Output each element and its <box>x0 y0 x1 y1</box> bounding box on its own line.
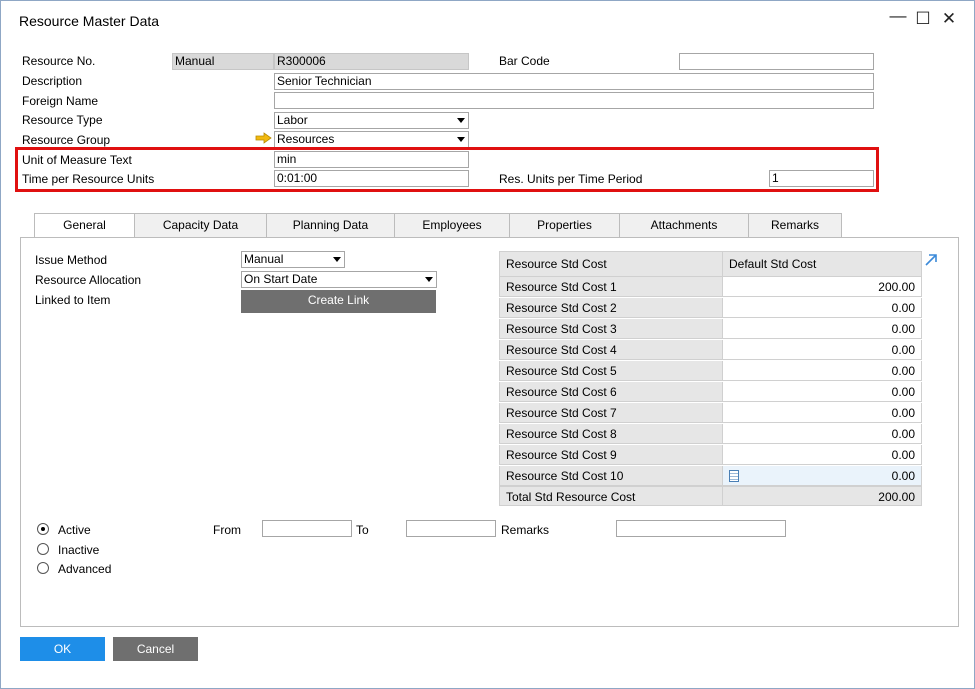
resource-group-value: Resources <box>277 132 335 146</box>
issue-method-value: Manual <box>244 252 284 266</box>
grid-row-name: Resource Std Cost 6 <box>499 382 723 402</box>
tab-remarks[interactable]: Remarks <box>748 213 842 237</box>
resource-allocation-dropdown[interactable]: On Start Date <box>241 271 437 288</box>
foreign-name-label: Foreign Name <box>22 94 99 108</box>
chevron-down-icon <box>425 277 433 282</box>
grid-row-value[interactable]: 0.00 <box>723 403 922 423</box>
grid-row-name: Resource Std Cost 9 <box>499 445 723 465</box>
grid-row-name: Resource Std Cost 1 <box>499 277 723 297</box>
resource-type-label: Resource Type <box>22 113 103 127</box>
grid-total-name: Total Std Resource Cost <box>499 486 723 506</box>
grid-row-name: Resource Std Cost 5 <box>499 361 723 381</box>
uom-text-label: Unit of Measure Text <box>22 153 132 167</box>
resource-no-field[interactable]: R300006 <box>274 53 469 70</box>
grid-row-value[interactable]: 0.00 <box>723 298 922 318</box>
grid-row-name: Resource Std Cost 10 <box>499 466 723 486</box>
resource-no-label: Resource No. <box>22 54 96 68</box>
grid-header-name: Resource Std Cost <box>499 251 723 277</box>
minimize-icon[interactable]: — <box>888 6 908 26</box>
grid-total-value: 200.00 <box>723 486 922 506</box>
grid-row-value[interactable]: 0.00 <box>723 361 922 381</box>
ok-button[interactable]: OK <box>20 637 105 661</box>
close-icon[interactable]: ✕ <box>939 9 959 29</box>
grid-row-name: Resource Std Cost 8 <box>499 424 723 444</box>
tab-capacity-data[interactable]: Capacity Data <box>134 213 267 237</box>
active-label: Active <box>58 523 91 537</box>
expand-arrow-icon[interactable] <box>924 253 938 267</box>
linked-to-item-label: Linked to Item <box>35 293 111 307</box>
issue-method-label: Issue Method <box>35 253 108 267</box>
resource-no-series[interactable]: Manual <box>172 53 274 70</box>
grid-row-value[interactable]: 0.00 <box>723 424 922 444</box>
uom-text-field[interactable]: min <box>274 151 469 168</box>
resource-group-dropdown[interactable]: Resources <box>274 131 469 148</box>
maximize-icon[interactable]: ☐ <box>913 9 933 29</box>
chevron-down-icon <box>333 257 341 262</box>
advanced-radio[interactable] <box>37 562 49 574</box>
units-per-period-field[interactable]: 1 <box>769 170 874 187</box>
from-label: From <box>213 523 241 537</box>
grid-row-value[interactable]: 0.00 <box>723 340 922 360</box>
grid-row-name: Resource Std Cost 2 <box>499 298 723 318</box>
tab-general[interactable]: General <box>34 213 135 238</box>
active-radio[interactable] <box>37 523 49 535</box>
time-per-unit-label: Time per Resource Units <box>22 172 155 186</box>
chevron-down-icon <box>457 137 465 142</box>
from-field[interactable] <box>262 520 352 537</box>
grid-row-value[interactable]: 0.00 <box>723 445 922 465</box>
grid-row-value[interactable]: 0.00 <box>723 319 922 339</box>
remarks-label: Remarks <box>501 523 550 537</box>
grid-row-value[interactable]: 200.00 <box>723 277 922 297</box>
tab-properties[interactable]: Properties <box>509 213 620 237</box>
grid-header-default: Default Std Cost <box>723 251 922 277</box>
inactive-label: Inactive <box>58 543 100 557</box>
inactive-radio[interactable] <box>37 543 49 555</box>
resource-allocation-value: On Start Date <box>244 272 318 286</box>
foreign-name-field[interactable] <box>274 92 874 109</box>
description-field[interactable]: Senior Technician <box>274 73 874 90</box>
to-label: To <box>356 523 369 537</box>
grid-row-name: Resource Std Cost 4 <box>499 340 723 360</box>
resource-type-value: Labor <box>277 113 308 127</box>
chevron-down-icon <box>457 118 465 123</box>
advanced-label: Advanced <box>58 562 112 576</box>
cancel-button[interactable]: Cancel <box>113 637 198 661</box>
resource-type-dropdown[interactable]: Labor <box>274 112 469 129</box>
grid-row-value[interactable]: 0.00 <box>723 466 922 486</box>
grid-row-name: Resource Std Cost 7 <box>499 403 723 423</box>
grid-row-value[interactable]: 0.00 <box>723 382 922 402</box>
resource-allocation-label: Resource Allocation <box>35 273 142 287</box>
grid-row-name: Resource Std Cost 3 <box>499 319 723 339</box>
tab-attachments[interactable]: Attachments <box>619 213 749 237</box>
to-field[interactable] <box>406 520 496 537</box>
tab-planning-data[interactable]: Planning Data <box>266 213 395 237</box>
issue-method-dropdown[interactable]: Manual <box>241 251 345 268</box>
resource-group-label: Resource Group <box>22 133 111 147</box>
remarks-field[interactable] <box>616 520 786 537</box>
tab-employees[interactable]: Employees <box>394 213 510 237</box>
bar-code-label: Bar Code <box>499 54 550 68</box>
title-bar: Resource Master Data — ☐ ✕ <box>1 1 974 39</box>
calculator-icon[interactable] <box>729 470 739 482</box>
description-label: Description <box>22 74 83 88</box>
resource-master-data-window: Resource Master Data — ☐ ✕ Resource No. … <box>0 0 975 689</box>
bar-code-field[interactable] <box>679 53 874 70</box>
link-arrow-icon[interactable] <box>255 132 272 144</box>
window-title: Resource Master Data <box>19 13 160 29</box>
time-per-unit-field[interactable]: 0:01:00 <box>274 170 469 187</box>
create-link-button[interactable]: Create Link <box>241 290 436 313</box>
units-per-period-label: Res. Units per Time Period <box>499 172 643 186</box>
